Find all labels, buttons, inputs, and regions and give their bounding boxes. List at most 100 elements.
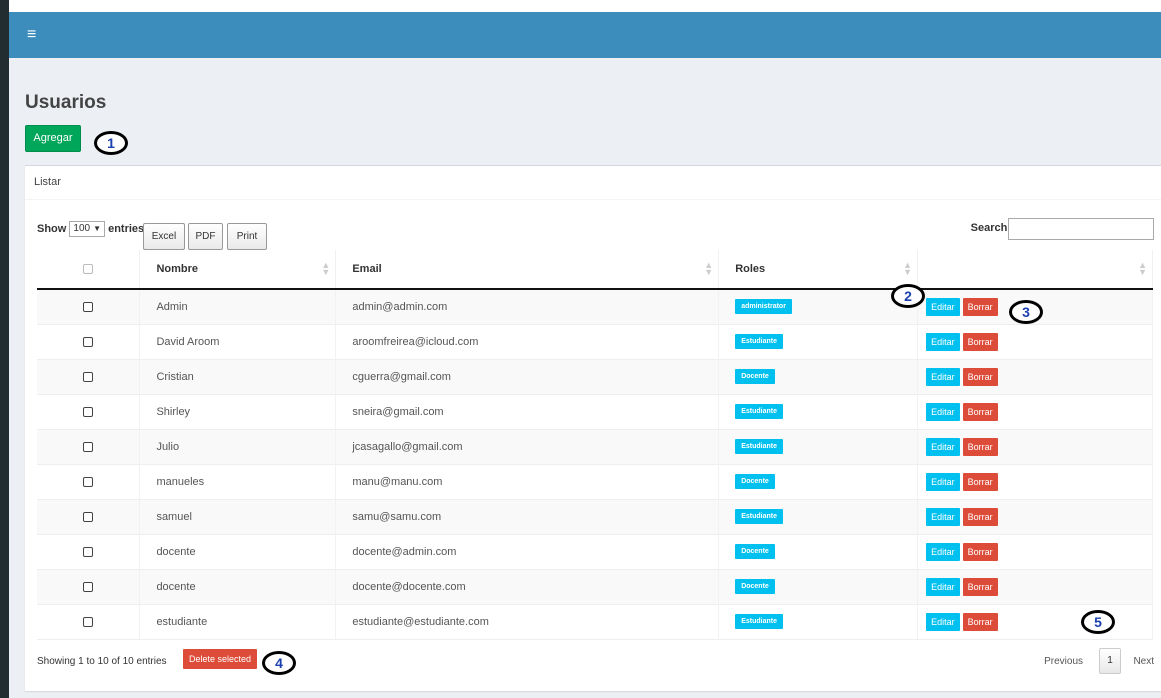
delete-button[interactable]: Borrar	[962, 577, 998, 596]
roles-cell: Estudiante	[718, 394, 919, 430]
delete-selected-button[interactable]: Delete selected	[183, 649, 258, 669]
chevron-down-icon: ▼	[93, 224, 102, 233]
delete-button[interactable]: Borrar	[962, 542, 998, 561]
actions-cell: Editar Borrar	[917, 569, 1153, 605]
nombre-cell: docente	[139, 569, 337, 605]
row-checkbox[interactable]	[83, 476, 94, 487]
table-row: docente docente@admin.com Docente Editar…	[37, 534, 1153, 570]
delete-button[interactable]: Borrar	[962, 507, 998, 526]
callout-3: 3	[1009, 300, 1043, 324]
print-button[interactable]: Print	[227, 223, 267, 250]
roles-cell: Docente	[718, 569, 919, 605]
column-label: Email	[352, 263, 382, 275]
column-header-nombre[interactable]: Nombre ▲ ▼	[139, 250, 337, 290]
column-header-actions[interactable]: ▲ ▼	[917, 250, 1153, 290]
pagination-previous[interactable]: Previous	[1044, 656, 1083, 667]
edit-button[interactable]: Editar	[926, 507, 960, 526]
row-checkbox[interactable]	[83, 301, 94, 312]
nombre-cell: docente	[139, 534, 337, 570]
roles-cell: Estudiante	[718, 429, 919, 465]
entries-select[interactable]: 100 ▼	[69, 221, 106, 237]
email-cell: cguerra@gmail.com	[335, 359, 720, 395]
column-header-roles[interactable]: Roles ▲ ▼	[718, 250, 919, 290]
role-badge: Estudiante	[735, 334, 783, 349]
column-header-email[interactable]: Email ▲ ▼	[335, 250, 720, 290]
delete-button[interactable]: Borrar	[962, 332, 998, 351]
row-checkbox[interactable]	[83, 371, 94, 382]
callout-5: 5	[1081, 610, 1115, 634]
users-box: Listar Show 100 ▼ entries Excel PDF Print…	[25, 165, 1161, 691]
sort-icon: ▲ ▼	[321, 260, 331, 277]
role-badge: administrator	[735, 299, 792, 315]
delete-button[interactable]: Borrar	[962, 367, 998, 386]
column-label: Roles	[735, 263, 766, 275]
row-checkbox[interactable]	[83, 616, 94, 627]
hamburger-menu-icon[interactable]: ≡	[27, 25, 36, 45]
actions-cell: Editar Borrar	[917, 359, 1153, 395]
email-cell: docente@admin.com	[335, 534, 720, 570]
sort-icon: ▲ ▼	[704, 260, 714, 277]
row-select-cell	[37, 324, 141, 360]
select-all-header	[37, 250, 141, 290]
role-badge: Docente	[735, 474, 775, 489]
edit-button[interactable]: Editar	[926, 472, 960, 491]
export-pdf-button[interactable]: PDF	[188, 223, 223, 250]
delete-button[interactable]: Borrar	[962, 472, 998, 491]
nombre-cell: manueles	[139, 464, 337, 500]
actions-cell: Editar Borrar	[917, 534, 1153, 570]
row-checkbox[interactable]	[83, 581, 94, 592]
delete-button[interactable]: Borrar	[962, 612, 998, 631]
edit-button[interactable]: Editar	[926, 542, 960, 561]
pagination-page-1[interactable]: 1	[1099, 648, 1121, 674]
nombre-cell: Shirley	[139, 394, 337, 430]
table-row: manueles manu@manu.com Docente Editar Bor…	[37, 464, 1153, 500]
table-row: Shirley sneira@gmail.com Estudiante Edit…	[37, 394, 1153, 430]
row-checkbox[interactable]	[83, 511, 94, 522]
edit-button[interactable]: Editar	[926, 332, 960, 351]
users-table: Nombre ▲ ▼ Email ▲ ▼ Roles ▲ ▼ ▲ ▼ Admin admin@…	[37, 250, 1153, 640]
actions-cell: Editar Borrar	[917, 464, 1153, 500]
delete-button[interactable]: Borrar	[962, 297, 998, 316]
edit-button[interactable]: Editar	[926, 577, 960, 596]
table-row: Admin admin@admin.com administrator Edit…	[37, 289, 1153, 325]
top-strip	[9, 0, 1161, 12]
email-cell: jcasagallo@gmail.com	[335, 429, 720, 465]
roles-cell: administrator	[718, 289, 919, 325]
row-select-cell	[37, 499, 141, 535]
roles-cell: Docente	[718, 359, 919, 395]
callout-2: 2	[891, 284, 925, 308]
row-checkbox[interactable]	[83, 441, 94, 452]
nombre-cell: David Aroom	[139, 324, 337, 360]
role-badge: Estudiante	[735, 614, 783, 629]
export-excel-button[interactable]: Excel	[143, 223, 185, 250]
edit-button[interactable]: Editar	[926, 612, 960, 631]
roles-cell: Docente	[718, 534, 919, 570]
search-label: Search:	[970, 222, 1011, 234]
pagination-next[interactable]: Next	[1133, 656, 1154, 667]
roles-cell: Estudiante	[718, 324, 919, 360]
role-badge: Docente	[735, 544, 775, 559]
email-cell: docente@docente.com	[335, 569, 720, 605]
table-row: Cristian cguerra@gmail.com Docente Edita…	[37, 359, 1153, 395]
edit-button[interactable]: Editar	[926, 437, 960, 456]
delete-button[interactable]: Borrar	[962, 402, 998, 421]
table-row: estudiante estudiante@estudiante.com Est…	[37, 604, 1153, 640]
search-input[interactable]	[1008, 218, 1154, 240]
select-all-checkbox[interactable]	[83, 264, 94, 275]
row-checkbox[interactable]	[83, 406, 94, 417]
row-checkbox[interactable]	[83, 546, 94, 557]
nombre-cell: Admin	[139, 289, 337, 325]
table-row: Julio jcasagallo@gmail.com Estudiante Ed…	[37, 429, 1153, 465]
add-user-button[interactable]: Agregar	[25, 125, 81, 152]
edit-button[interactable]: Editar	[926, 297, 960, 316]
delete-button[interactable]: Borrar	[962, 437, 998, 456]
edit-button[interactable]: Editar	[926, 367, 960, 386]
left-sidebar-edge	[0, 0, 9, 698]
row-checkbox[interactable]	[83, 336, 94, 347]
entries-length-control: Show 100 ▼ entries	[37, 221, 144, 237]
show-label: Show	[37, 222, 67, 235]
email-cell: estudiante@estudiante.com	[335, 604, 720, 640]
callout-1: 1	[94, 131, 128, 155]
edit-button[interactable]: Editar	[926, 402, 960, 421]
email-cell: manu@manu.com	[335, 464, 720, 500]
